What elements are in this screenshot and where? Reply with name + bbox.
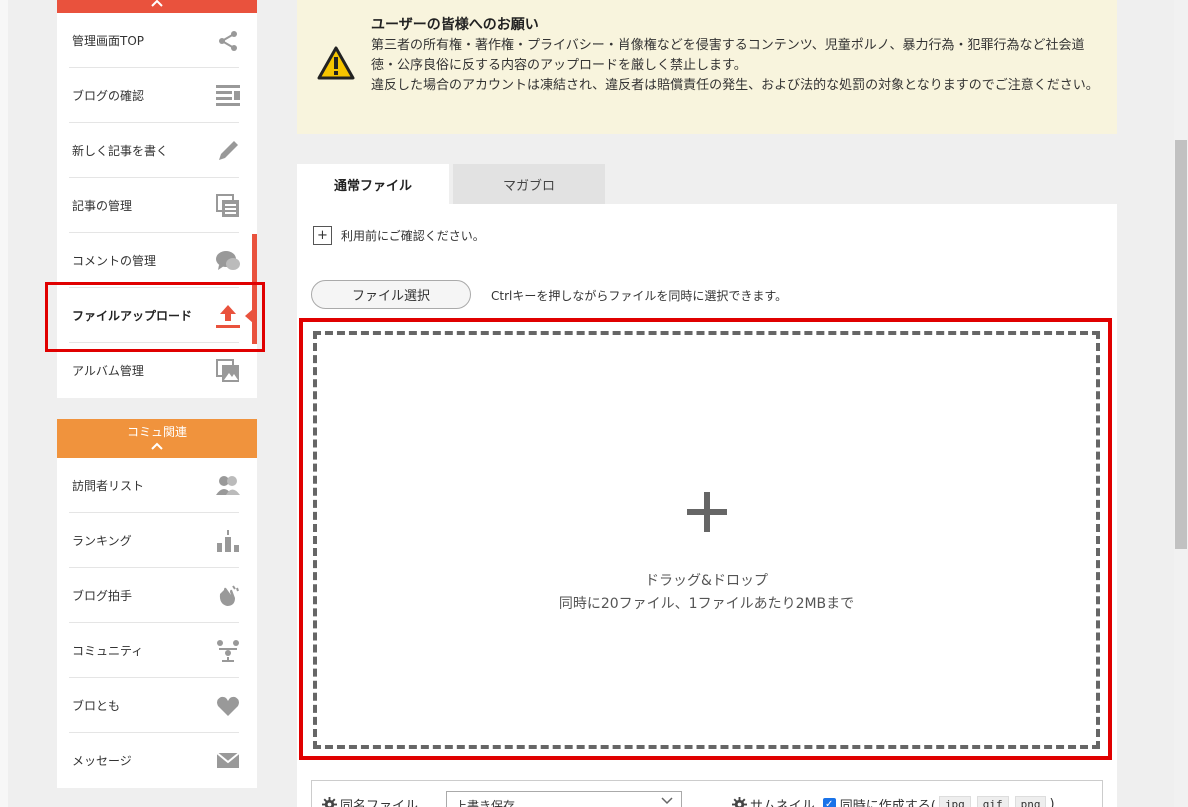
notice-line: 第三者の所有権・著作権・プライバシー・肖像権などを侵害するコンテンツ、児童ポルノ… — [371, 38, 1085, 73]
sidebar-group-header[interactable]: コミュ関連 — [57, 419, 257, 458]
page-scrollbar[interactable] — [1174, 0, 1188, 807]
clap-icon — [215, 583, 241, 609]
sidebar-item-album[interactable]: アルバム管理 — [57, 343, 257, 398]
sidebar-item-new-post[interactable]: 新しく記事を書く — [57, 123, 257, 178]
thumbnail-check-label: 同時に作成する( — [839, 799, 936, 807]
sidebar-item-admin-top[interactable]: 管理画面TOP — [57, 13, 257, 68]
same-name-option: 同名ファイル — [322, 795, 418, 807]
sidebar-item-label: コメントの管理 — [72, 254, 157, 268]
sidebar-item-clap[interactable]: ブログ拍手 — [57, 568, 257, 623]
thumbnail-checkbox[interactable]: ✓ — [822, 798, 836, 807]
gear-icon — [322, 797, 337, 807]
plus-icon — [686, 482, 727, 542]
notice-banner: ユーザーの皆様へのお願い 第三者の所有権・著作権・プライバシー・肖像権などを侵害… — [297, 0, 1117, 134]
close-paren: ) — [1049, 797, 1055, 807]
sidebar-group-title: コミュ関連 — [126, 425, 187, 439]
drop-limits: 同時に20ファイル、1ファイルあたり2MBまで — [558, 596, 855, 612]
active-indicator — [252, 234, 257, 344]
thumbnail-label: サムネイル — [750, 799, 815, 807]
confirm-label: 利用前にご確認ください。 — [341, 229, 485, 243]
chevron-up-icon — [57, 439, 257, 453]
notice-title: ユーザーの皆様へのお願い — [371, 17, 539, 33]
sidebar-item-label: 管理画面TOP — [72, 34, 145, 48]
sidebar-item-comments[interactable]: コメントの管理 — [57, 233, 257, 288]
drop-zone[interactable]: ドラッグ&ドロップ 同時に20ファイル、1ファイルあたり2MBまで — [313, 331, 1100, 749]
upload-options: 同名ファイル 上書き保存 サムネイル ✓ 同時に作成する( jpg gif pn… — [311, 780, 1103, 807]
upload-panel: + 利用前にご確認ください。 ファイル選択 Ctrlキーを押しながらファイルを同… — [297, 204, 1117, 807]
notice-line: 違反した場合のアカウントは凍結され、違反者は賠償責任の発生、および法的な処罰の対… — [371, 78, 1099, 93]
upload-icon — [215, 303, 241, 329]
comment-icon — [215, 248, 241, 274]
album-icon — [215, 358, 241, 384]
documents-icon — [215, 193, 241, 219]
share-icon — [215, 28, 241, 54]
thumbnail-option: サムネイル ✓ 同時に作成する( jpg gif png ) — [732, 795, 1055, 807]
sidebar-item-label: 新しく記事を書く — [72, 144, 169, 158]
sidebar: 管理画面TOP ブログの確認 新しく記事を書く 記事の管理 コメントの管理 ファ… — [57, 0, 257, 398]
window-edge — [0, 0, 8, 807]
sidebar-item-label: ランキング — [72, 534, 132, 548]
format-jpg: jpg — [938, 796, 971, 807]
sidebar-item-visitors[interactable]: 訪問者リスト — [57, 458, 257, 513]
gear-icon — [732, 797, 747, 807]
expand-plus-icon[interactable]: + — [313, 226, 332, 245]
drop-title: ドラッグ&ドロップ — [645, 573, 768, 589]
users-icon — [215, 473, 241, 499]
sidebar-item-label: ファイルアップロード — [72, 309, 193, 323]
sidebar-menu-community: 訪問者リスト ランキング ブログ拍手 コミュニティ ブロとも メッセージ — [57, 458, 257, 788]
upload-tabs: 通常ファイル マガブロ — [297, 164, 609, 204]
select-value: 上書き保存 — [455, 799, 516, 807]
tab-magablo[interactable]: マガブロ — [453, 164, 605, 204]
sidebar-item-label: 訪問者リスト — [72, 479, 145, 493]
community-icon — [215, 638, 241, 664]
list-icon — [215, 83, 241, 109]
sidebar-item-label: ブログ拍手 — [72, 589, 133, 603]
sidebar-item-label: メッセージ — [72, 754, 132, 768]
confirm-toggle[interactable]: + 利用前にご確認ください。 — [313, 226, 485, 245]
sidebar-group-header[interactable] — [57, 0, 257, 13]
sidebar-item-label: ブロとも — [72, 699, 121, 713]
active-pointer — [245, 309, 253, 323]
highlight-box-dropzone: ドラッグ&ドロップ 同時に20ファイル、1ファイルあたり2MBまで — [299, 318, 1112, 760]
tab-normal-file[interactable]: 通常ファイル — [297, 164, 449, 204]
heart-icon — [215, 693, 241, 719]
sidebar-item-label: 記事の管理 — [72, 199, 133, 213]
file-select-button[interactable]: ファイル選択 — [311, 280, 471, 309]
pencil-icon — [215, 138, 241, 164]
sidebar-item-blog-view[interactable]: ブログの確認 — [57, 68, 257, 123]
warning-icon — [317, 46, 355, 84]
sidebar-item-community[interactable]: コミュニティ — [57, 623, 257, 678]
sidebar-item-message[interactable]: メッセージ — [57, 733, 257, 788]
scrollbar-thumb[interactable] — [1175, 140, 1187, 549]
sidebar-item-posts-manage[interactable]: 記事の管理 — [57, 178, 257, 233]
sidebar-group-community: コミュ関連 訪問者リスト ランキング ブログ拍手 コミュニティ ブロとも メッセ… — [57, 419, 257, 788]
message-icon — [215, 748, 241, 774]
chevron-up-icon — [151, 0, 163, 10]
format-gif: gif — [976, 796, 1009, 807]
notice-body: 第三者の所有権・著作権・プライバシー・肖像権などを侵害するコンテンツ、児童ポルノ… — [371, 36, 1101, 96]
file-select-hint: Ctrlキーを押しながらファイルを同時に選択できます。 — [491, 289, 788, 303]
chevron-down-icon — [661, 795, 673, 807]
sidebar-item-label: アルバム管理 — [72, 364, 144, 378]
ranking-icon — [215, 528, 241, 554]
sidebar-item-blotomo[interactable]: ブロとも — [57, 678, 257, 733]
sidebar-item-label: コミュニティ — [72, 644, 144, 658]
sidebar-item-ranking[interactable]: ランキング — [57, 513, 257, 568]
same-name-label: 同名ファイル — [340, 799, 419, 807]
same-name-select[interactable]: 上書き保存 — [446, 791, 682, 807]
sidebar-item-file-upload[interactable]: ファイルアップロード — [57, 288, 257, 343]
sidebar-menu-main: 管理画面TOP ブログの確認 新しく記事を書く 記事の管理 コメントの管理 ファ… — [57, 13, 257, 398]
format-png: png — [1014, 796, 1047, 807]
sidebar-item-label: ブログの確認 — [72, 89, 145, 103]
